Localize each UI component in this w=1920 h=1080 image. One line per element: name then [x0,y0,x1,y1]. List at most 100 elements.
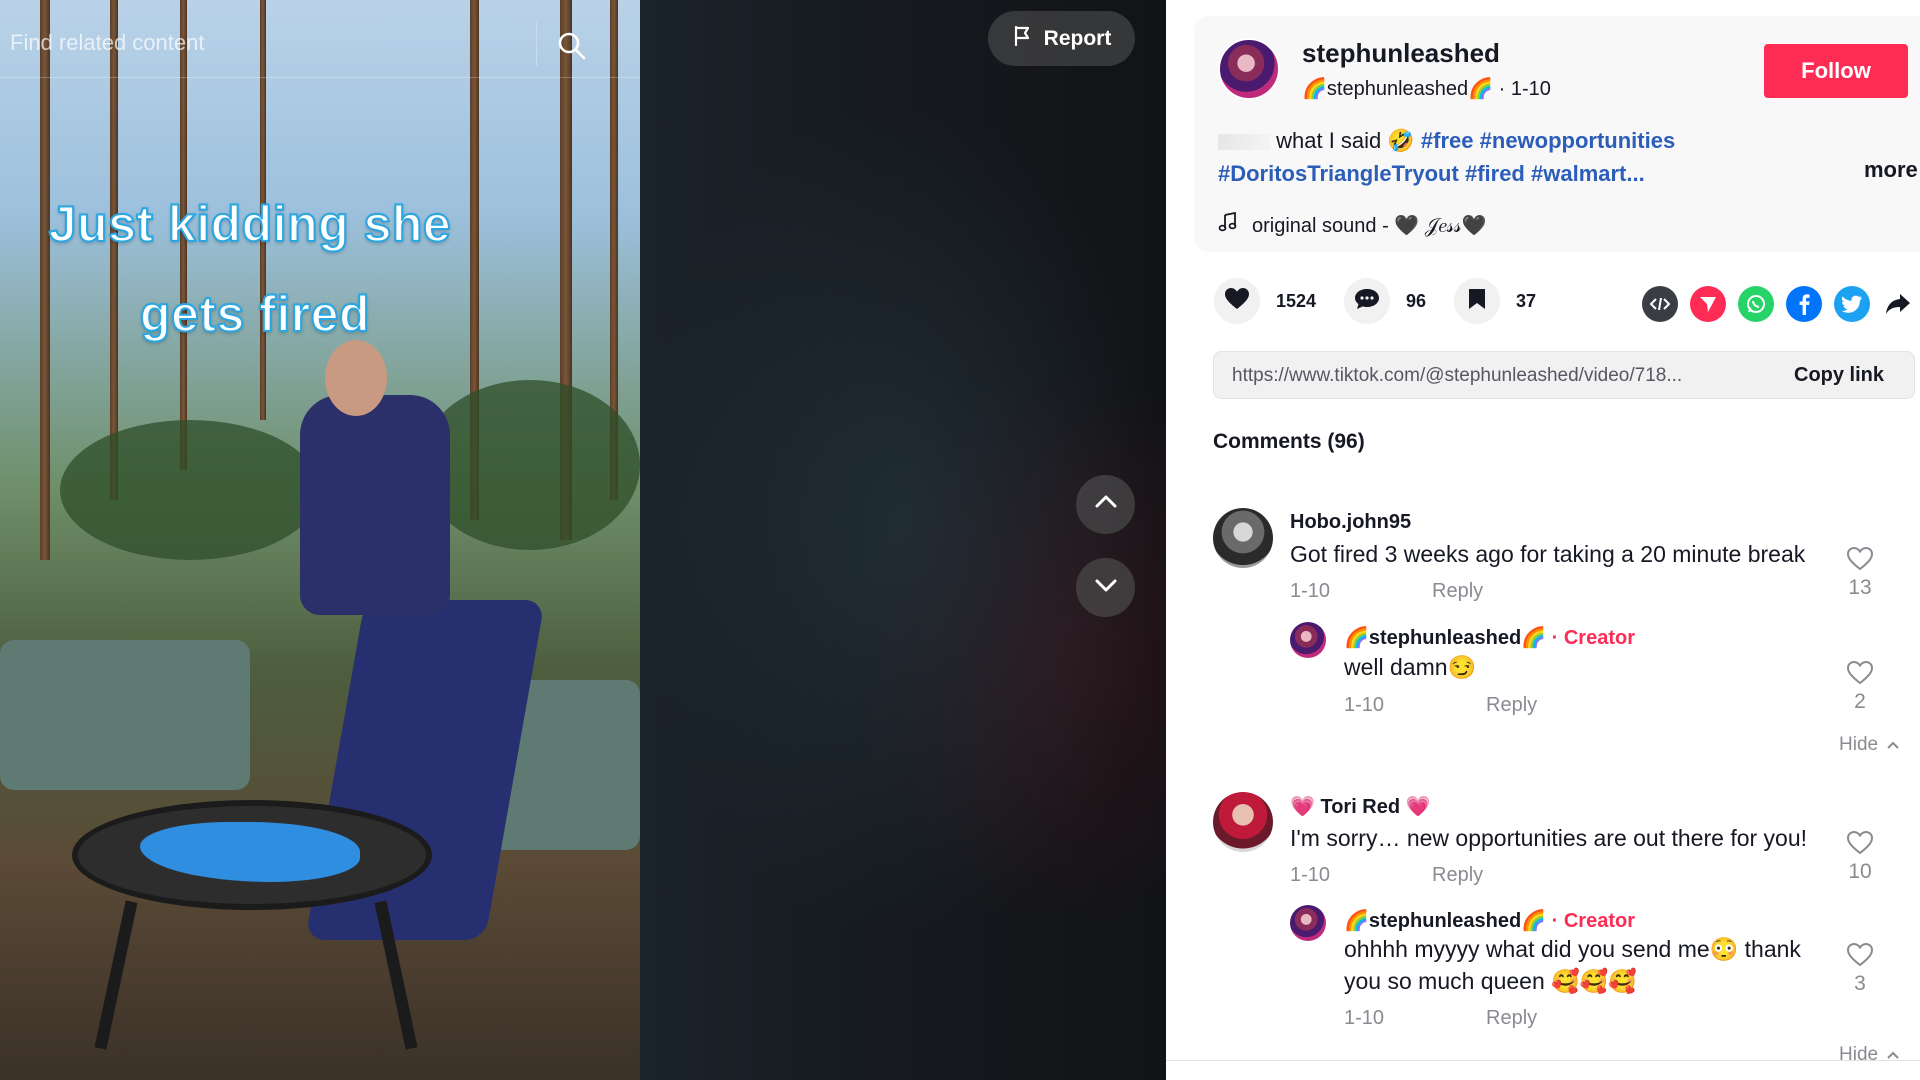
flag-icon [1012,25,1034,53]
fire-pit-leg [94,900,138,1050]
embed-icon[interactable] [1642,286,1678,322]
facebook-icon[interactable] [1786,286,1822,322]
censored-word [1218,134,1270,151]
comment-date: 1-10 [1290,580,1331,602]
chevron-down-icon [1091,570,1121,605]
heart-outline-icon[interactable] [1840,546,1880,572]
comment-date: 1-10 [1290,864,1331,886]
reply-avatar[interactable] [1290,905,1326,941]
sound-label: original sound - 🖤 𝒥𝑒𝓈𝓈🖤 [1252,214,1487,237]
video-player[interactable]: Just kidding she gets fired [0,0,640,1080]
like-button[interactable] [1214,278,1260,324]
share-arrow-icon[interactable] [1880,286,1916,322]
reply-text-line-1: ohhhh myyyy what did you send me😳 thank [1344,936,1801,962]
hide-replies-button[interactable]: Hide [1839,734,1900,756]
hashtag-link[interactable]: #free [1421,128,1474,153]
reply-button[interactable]: Reply [1432,864,1483,887]
bookmark-icon [1467,287,1487,316]
panel-bottom-divider [1166,1060,1920,1061]
creator-badge: · Creator [1551,627,1635,649]
heart-outline-icon[interactable] [1840,830,1880,856]
chevron-up-icon [1091,487,1121,522]
reply-button[interactable]: Reply [1486,694,1537,717]
foliage [420,380,640,550]
person-head [325,340,387,416]
chevron-up-icon [1886,734,1900,756]
description-text: what I said 🤣 [1276,128,1415,153]
music-note-icon [1218,211,1238,238]
reply-meta: 1-10 Reply [1344,694,1537,717]
video-caption-line-1: Just kidding she [48,195,452,253]
reply-date: 1-10 [1344,694,1385,716]
comment-username[interactable]: Hobo.john95 [1290,511,1411,534]
comment-count: 96 [1406,290,1427,311]
reply-username-line: 🌈stephunleashed🌈 · Creator [1344,908,1635,933]
hide-label: Hide [1839,734,1879,755]
comment-like-count: 10 [1848,860,1872,883]
twitter-icon[interactable] [1834,286,1870,322]
reply-button[interactable]: Reply [1486,1007,1537,1030]
hashtag-link[interactable]: #newopportunities [1480,128,1676,153]
video-url[interactable]: https://www.tiktok.com/@stephunleashed/v… [1232,365,1772,387]
follow-button[interactable]: Follow [1764,44,1908,98]
comment-avatar[interactable] [1213,792,1273,852]
search-bar [0,10,640,78]
previous-video-button[interactable] [1076,475,1135,534]
separator-dot: · [1498,78,1511,100]
reply-avatar[interactable] [1290,622,1326,658]
comment-text: Got fired 3 weeks ago for taking a 20 mi… [1290,541,1806,567]
author-avatar[interactable] [1218,38,1280,100]
copy-link-button[interactable]: Copy link [1794,364,1884,387]
comment-username[interactable]: 💗 Tori Red 💗 [1290,794,1431,819]
reply-like: 3 [1840,942,1880,996]
comments-title: Comments (96) [1213,430,1365,453]
save-count: 37 [1516,290,1537,311]
save-button[interactable] [1454,278,1500,324]
author-username[interactable]: stephunleashed [1302,38,1500,69]
reply-button[interactable]: Reply [1432,580,1483,603]
save-action: 37 [1454,278,1536,324]
comment-like: 10 [1840,830,1880,884]
like-action: 1524 [1214,278,1316,324]
hashtag-link[interactable]: #walmart... [1531,161,1645,186]
search-icon[interactable] [556,30,588,62]
report-button[interactable]: Report [988,11,1135,66]
comment-action: 96 [1344,278,1426,324]
author-subtitle: 🌈stephunleashed🌈 · 1-10 [1302,76,1551,101]
reply-text-line-2: you so much queen 🥰🥰🥰 [1344,968,1638,994]
patio-sofa [0,640,250,790]
reply-username[interactable]: 🌈stephunleashed🌈 [1344,910,1546,932]
person-body [300,395,450,615]
video-caption-line-2: gets fired [139,285,371,343]
hashtag-link[interactable]: #DoritosTriangleTryout [1218,161,1459,186]
reply-text: well damn😏 [1344,654,1477,680]
comment-text: I'm sorry… new opportunities are out the… [1290,825,1808,851]
comment-button[interactable] [1344,278,1390,324]
next-video-button[interactable] [1076,558,1135,617]
reply-like-count: 3 [1854,972,1866,995]
search-input[interactable] [10,26,530,60]
comment-avatar[interactable] [1213,508,1273,568]
comment-meta: 1-10 Reply [1290,580,1483,603]
report-label: Report [1043,26,1112,50]
search-divider [536,22,537,66]
send-to-friends-icon[interactable] [1690,286,1726,322]
heart-outline-icon[interactable] [1840,660,1880,686]
comment-bubble-icon [1354,287,1380,316]
video-description: what I said 🤣 #free #newopportunities #D… [1218,124,1838,190]
hashtag-link[interactable]: #fired [1465,161,1525,186]
comment-like-count: 13 [1848,576,1872,599]
more-button[interactable]: more [1864,157,1918,183]
author-nickname[interactable]: 🌈stephunleashed🌈 [1302,78,1493,100]
sound-link[interactable]: original sound - 🖤 𝒥𝑒𝓈𝓈🖤 [1218,211,1487,238]
foliage [60,420,320,560]
reply-username[interactable]: 🌈stephunleashed🌈 [1344,627,1546,649]
hide-replies-button[interactable]: Hide [1839,1044,1900,1066]
comment-like: 13 [1840,546,1880,600]
heart-outline-icon[interactable] [1840,942,1880,968]
details-panel: stephunleashed 🌈stephunleashed🌈 · 1-10 F… [1166,0,1920,1080]
creator-badge: · Creator [1551,910,1635,932]
whatsapp-icon[interactable] [1738,286,1774,322]
heart-icon [1224,287,1250,316]
hide-label: Hide [1839,1044,1879,1065]
